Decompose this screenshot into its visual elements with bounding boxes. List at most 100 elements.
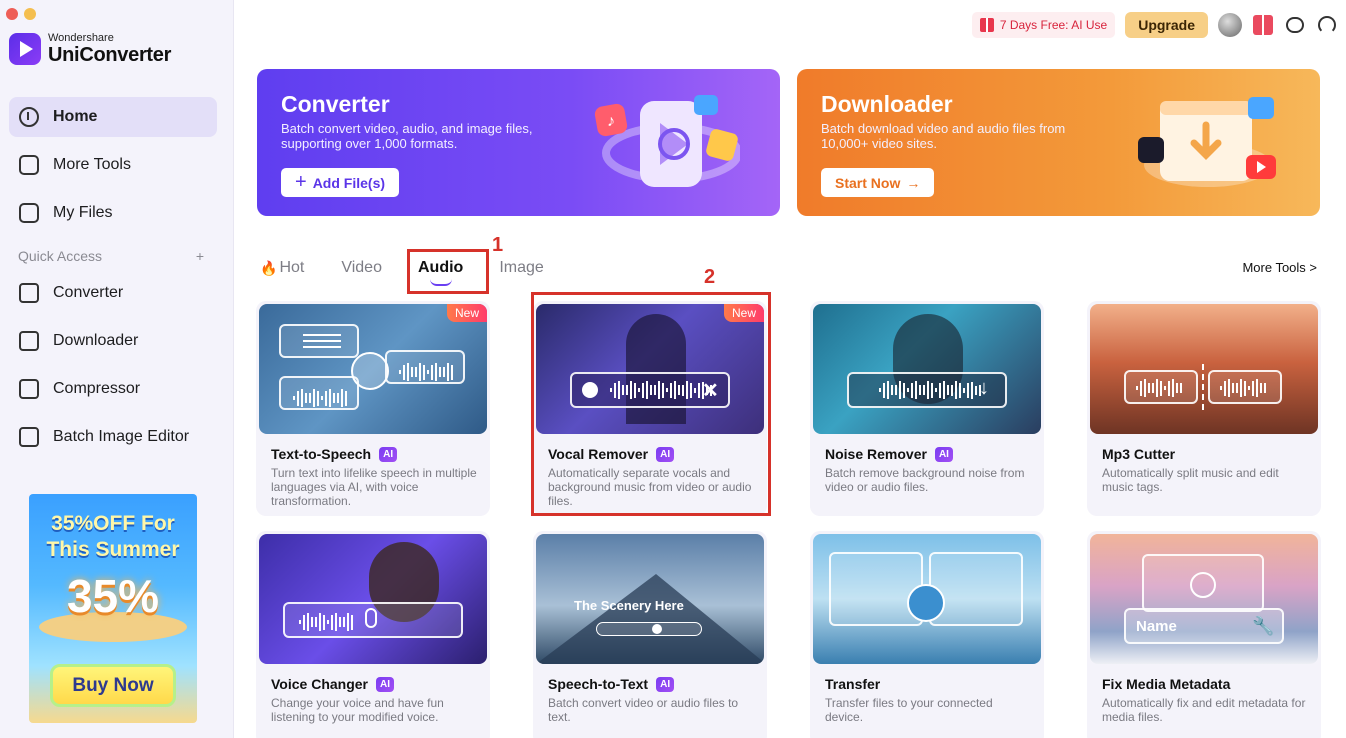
card-title: Text-to-Speech bbox=[271, 446, 372, 462]
file-icon bbox=[19, 203, 39, 223]
card-title: Speech-to-Text bbox=[548, 676, 649, 692]
text-to-speech-thumbnail: New bbox=[259, 304, 487, 434]
window-controls bbox=[6, 8, 36, 20]
support-button[interactable] bbox=[1316, 14, 1338, 36]
nav-label: My Files bbox=[53, 204, 113, 221]
upgrade-button[interactable]: Upgrade bbox=[1125, 12, 1208, 38]
waveform-icon bbox=[293, 388, 347, 408]
card-title: Voice Changer bbox=[271, 676, 368, 692]
close-window-button[interactable] bbox=[6, 8, 18, 20]
converter-title: Converter bbox=[281, 91, 390, 117]
ai-badge: AI bbox=[934, 446, 953, 462]
play-icon bbox=[1190, 572, 1216, 598]
summer-sale-promo[interactable]: 35%OFF For This Summer 35% Buy Now bbox=[29, 494, 197, 723]
home-icon bbox=[19, 107, 39, 127]
card-desc: Batch convert video or audio files to te… bbox=[548, 696, 739, 724]
sidebar: Wondershare UniConverter Home More Tools… bbox=[0, 0, 234, 738]
quick-item-compressor[interactable]: Compressor bbox=[9, 369, 217, 409]
start-now-label: Start Now bbox=[835, 174, 901, 191]
ai-badge: AI bbox=[379, 446, 398, 462]
tool-card-speech-to-text[interactable]: The Scenery Here Speech-to-Text AI Batch … bbox=[533, 531, 767, 738]
headset-icon bbox=[1318, 16, 1336, 34]
quick-item-label: Downloader bbox=[53, 332, 139, 349]
gift-button[interactable] bbox=[1252, 14, 1274, 36]
nav-label: Home bbox=[53, 108, 98, 125]
free-trial-badge[interactable]: 7 Days Free: AI Use bbox=[971, 12, 1116, 38]
waveform-icon bbox=[299, 612, 353, 632]
compress-icon bbox=[19, 379, 39, 399]
tab-hot-label: Hot bbox=[279, 259, 305, 276]
avatar[interactable] bbox=[1218, 13, 1242, 37]
add-files-label: Add File(s) bbox=[312, 174, 386, 191]
add-files-button[interactable]: + Add File(s) bbox=[281, 168, 400, 197]
card-desc: Automatically fix and edit metadata for … bbox=[1102, 696, 1306, 724]
nav-item-my-files[interactable]: My Files bbox=[9, 193, 217, 233]
tool-card-text-to-speech[interactable]: New Text-to-Speech AI Turn text into life… bbox=[256, 301, 490, 516]
ai-badge: AI bbox=[376, 676, 394, 692]
image-edit-icon bbox=[19, 427, 39, 447]
converter-desc: Batch convert video, audio, and image fi… bbox=[281, 121, 533, 151]
quick-access-list: Converter Downloader Compressor Batch Im… bbox=[9, 273, 217, 465]
downloader-title: Downloader bbox=[821, 91, 953, 117]
promo-title-line1: 35%OFF For bbox=[51, 512, 175, 535]
quick-item-converter[interactable]: Converter bbox=[9, 273, 217, 313]
toolbox-icon bbox=[19, 155, 39, 175]
wrench-icon: 🔧 bbox=[1252, 616, 1275, 636]
tool-card-fix-media-metadata[interactable]: Name 🔧 Fix Media Metadata Automatically … bbox=[1087, 531, 1321, 738]
brand: Wondershare UniConverter bbox=[9, 32, 171, 66]
fix-metadata-thumbnail: Name 🔧 bbox=[1090, 534, 1318, 664]
arrow-right-icon: → bbox=[906, 174, 921, 191]
card-desc: Automatically split music and edit music… bbox=[1102, 466, 1279, 494]
noise-remover-thumbnail: ↓ bbox=[813, 304, 1041, 434]
card-title: Noise Remover bbox=[825, 446, 927, 462]
downloader-desc: Batch download video and audio files fro… bbox=[821, 121, 1066, 151]
card-title: Mp3 Cutter bbox=[1102, 446, 1176, 462]
converter-banner[interactable]: Converter Batch convert video, audio, an… bbox=[257, 69, 780, 216]
nav-label: More Tools bbox=[53, 156, 131, 173]
fire-icon: 🔥 bbox=[260, 259, 278, 276]
minimize-window-button[interactable] bbox=[24, 8, 36, 20]
ai-badge: AI bbox=[656, 676, 675, 692]
tab-image[interactable]: Image bbox=[499, 256, 543, 280]
gift-icon bbox=[979, 18, 994, 32]
downloader-banner[interactable]: Downloader Batch download video and audi… bbox=[797, 69, 1320, 216]
quick-access-header: Quick Access + bbox=[18, 248, 204, 264]
feedback-button[interactable] bbox=[1284, 14, 1306, 36]
quick-item-label: Batch Image Editor bbox=[53, 428, 190, 445]
tool-card-mp3-cutter[interactable]: Mp3 Cutter Automatically split music and… bbox=[1087, 301, 1321, 516]
app-logo-icon bbox=[9, 33, 41, 65]
waveform-icon bbox=[879, 380, 981, 400]
quick-item-batch-image-editor[interactable]: Batch Image Editor bbox=[9, 417, 217, 457]
mp3-cutter-thumbnail bbox=[1090, 304, 1318, 434]
promo-title-line2: This Summer bbox=[46, 538, 180, 561]
tool-card-transfer[interactable]: Transfer Transfer files to your connecte… bbox=[810, 531, 1044, 738]
tab-video[interactable]: Video bbox=[341, 256, 382, 280]
annotation-number-1: 1 bbox=[492, 234, 504, 256]
tool-card-noise-remover[interactable]: ↓ Noise Remover AI Batch remove backgroun… bbox=[810, 301, 1044, 516]
main-nav: Home More Tools My Files bbox=[9, 97, 217, 241]
nav-item-more-tools[interactable]: More Tools bbox=[9, 145, 217, 185]
microphone-icon bbox=[365, 608, 377, 628]
buy-now-button[interactable]: Buy Now bbox=[50, 664, 176, 707]
converter-illustration: ♪ bbox=[594, 95, 740, 187]
swap-icon bbox=[351, 352, 389, 390]
card-desc: Transfer files to your connected device. bbox=[825, 696, 993, 724]
waveform-icon bbox=[1136, 378, 1182, 398]
transfer-thumbnail bbox=[813, 534, 1041, 664]
svg-text:♪: ♪ bbox=[607, 113, 615, 130]
tab-hot[interactable]: 🔥 Hot bbox=[260, 256, 304, 280]
start-now-button[interactable]: Start Now → bbox=[821, 168, 935, 197]
more-tools-link[interactable]: More Tools > bbox=[1242, 260, 1317, 275]
brand-line2: UniConverter bbox=[48, 44, 172, 66]
brand-line1: Wondershare bbox=[48, 32, 114, 44]
plus-icon: + bbox=[295, 171, 307, 193]
quick-item-downloader[interactable]: Downloader bbox=[9, 321, 217, 361]
card-title: Transfer bbox=[825, 676, 881, 692]
nav-item-home[interactable]: Home bbox=[9, 97, 217, 137]
annotation-box-2 bbox=[531, 292, 771, 516]
top-bar: 7 Days Free: AI Use Upgrade bbox=[971, 12, 1338, 38]
tool-card-voice-changer[interactable]: Voice Changer AI Change your voice and ha… bbox=[256, 531, 490, 738]
annotation-box-1 bbox=[407, 249, 489, 294]
quick-access-add-button[interactable]: + bbox=[196, 248, 204, 264]
quick-access-label: Quick Access bbox=[18, 248, 103, 264]
